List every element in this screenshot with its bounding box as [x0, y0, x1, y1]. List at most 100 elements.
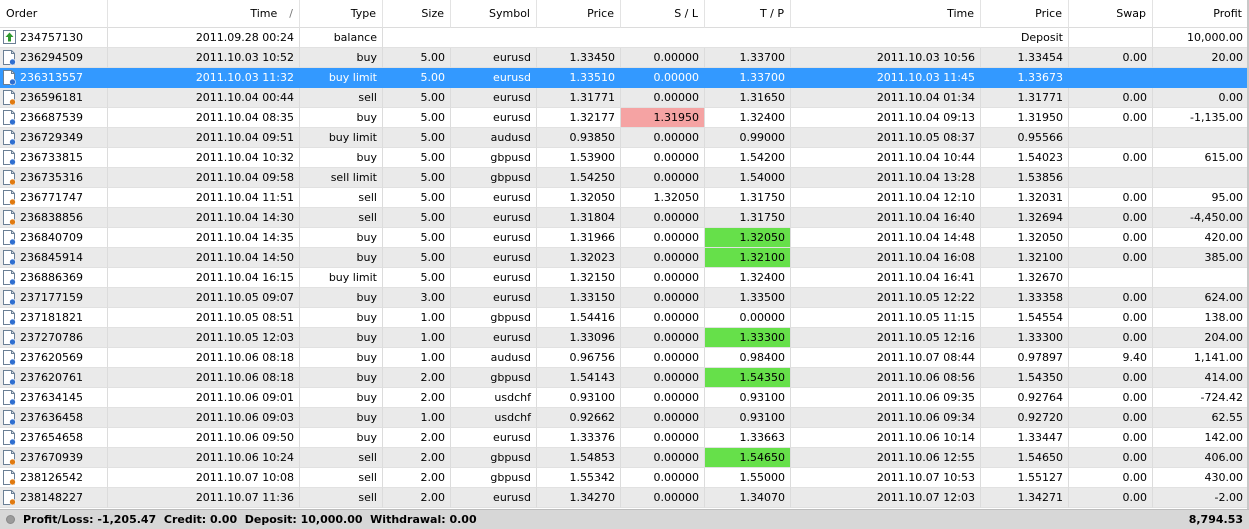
- cell-symbol: audusd: [451, 348, 537, 368]
- column-header-close-time[interactable]: Time: [791, 0, 981, 28]
- cell-take-profit: 1.31750: [705, 188, 791, 208]
- order-number: 236596181: [20, 91, 83, 104]
- table-row[interactable]: 236845914 2011.10.04 14:50 buy 5.00 eurusd 1.…: [0, 248, 1249, 268]
- table-row[interactable]: 237620761 2011.10.06 08:18 buy 2.00 gbpusd 1.…: [0, 368, 1249, 388]
- cell-swap: 0.00: [1069, 228, 1153, 248]
- cell-symbol: eurusd: [451, 428, 537, 448]
- column-header-order[interactable]: Order: [0, 0, 108, 28]
- table-row[interactable]: 237636458 2011.10.06 09:03 buy 1.00 usdchf 0.…: [0, 408, 1249, 428]
- cell-size: 5.00: [383, 168, 451, 188]
- cell-open-time: 2011.10.06 08:18: [108, 368, 300, 388]
- cell-symbol: usdchf: [451, 388, 537, 408]
- cell-symbol: eurusd: [451, 328, 537, 348]
- table-row[interactable]: 236687539 2011.10.04 08:35 buy 5.00 eurusd 1.…: [0, 108, 1249, 128]
- cell-profit: -724.42: [1153, 388, 1249, 408]
- cell-close-time: 2011.10.03 10:56: [791, 48, 981, 68]
- table-row[interactable]: 236294509 2011.10.03 10:52 buy 5.00 eurusd 1.…: [0, 48, 1249, 68]
- column-header-tp[interactable]: T / P: [705, 0, 791, 28]
- table-row[interactable]: 236771747 2011.10.04 11:51 sell 5.00 eurusd 1…: [0, 188, 1249, 208]
- cell-type: buy limit: [300, 268, 383, 288]
- cell-open-time: 2011.10.05 08:51: [108, 308, 300, 328]
- cell-order: 237670939: [0, 448, 108, 468]
- cell-take-profit: 1.34070: [705, 488, 791, 508]
- table-row[interactable]: 236729349 2011.10.04 09:51 buy limit 5.00 au…: [0, 128, 1249, 148]
- cell-stop-loss: 0.00000: [621, 368, 705, 388]
- table-row[interactable]: 236735316 2011.10.04 09:58 sell limit 5.00 g…: [0, 168, 1249, 188]
- cell-symbol: gbpusd: [451, 148, 537, 168]
- table-row[interactable]: 237670939 2011.10.06 10:24 sell 2.00 gbpusd 1…: [0, 448, 1249, 468]
- cell-take-profit: 0.00000: [705, 308, 791, 328]
- cell-close-time: 2011.10.05 08:37: [791, 128, 981, 148]
- cell-close-price: 0.92764: [981, 388, 1069, 408]
- cell-type: sell: [300, 468, 383, 488]
- table-row[interactable]: 236838856 2011.10.04 14:30 sell 5.00 eurusd 1…: [0, 208, 1249, 228]
- column-header-price[interactable]: Price: [537, 0, 621, 28]
- table-row[interactable]: 237177159 2011.10.05 09:07 buy 3.00 eurusd 1.…: [0, 288, 1249, 308]
- table-row[interactable]: 237634145 2011.10.06 09:01 buy 2.00 usdchf 0.…: [0, 388, 1249, 408]
- cell-close-price: 1.54554: [981, 308, 1069, 328]
- cell-size: 5.00: [383, 188, 451, 208]
- column-header-time[interactable]: Time /: [108, 0, 300, 28]
- cell-open-time: 2011.10.04 11:51: [108, 188, 300, 208]
- column-header-size[interactable]: Size: [383, 0, 451, 28]
- cell-type: buy: [300, 228, 383, 248]
- table-row[interactable]: 238148227 2011.10.07 11:36 sell 2.00 eurusd 1…: [0, 488, 1249, 508]
- table-row[interactable]: 236840709 2011.10.04 14:35 buy 5.00 eurusd 1.…: [0, 228, 1249, 248]
- cell-size: 2.00: [383, 448, 451, 468]
- cell-type: buy: [300, 328, 383, 348]
- table-row[interactable]: 236886369 2011.10.04 16:15 buy limit 5.00 eu…: [0, 268, 1249, 288]
- cell-take-profit: 1.33300: [705, 328, 791, 348]
- table-row[interactable]: 237270786 2011.10.05 12:03 buy 1.00 eurusd 1.…: [0, 328, 1249, 348]
- column-header-close-price[interactable]: Price: [981, 0, 1069, 28]
- column-header-profit[interactable]: Profit: [1153, 0, 1249, 28]
- column-header-symbol[interactable]: Symbol: [451, 0, 537, 28]
- table-row[interactable]: 237620569 2011.10.06 08:18 buy 1.00 audusd 0.…: [0, 348, 1249, 368]
- cell-close-time: 2011.10.07 08:44: [791, 348, 981, 368]
- table-row[interactable]: 238126542 2011.10.07 10:08 sell 2.00 gbpusd 1…: [0, 468, 1249, 488]
- cell-symbol: eurusd: [451, 268, 537, 288]
- order-number: 236294509: [20, 51, 83, 64]
- status-indicator-icon: [6, 515, 15, 524]
- cell-close-time: 2011.10.06 09:34: [791, 408, 981, 428]
- cell-open-price: 1.55342: [537, 468, 621, 488]
- cell-take-profit: 1.31650: [705, 88, 791, 108]
- cell-order: 236294509: [0, 48, 108, 68]
- cell-profit: 1,141.00: [1153, 348, 1249, 368]
- cell-type: buy: [300, 48, 383, 68]
- cell-symbol: eurusd: [451, 288, 537, 308]
- cell-profit: 420.00: [1153, 228, 1249, 248]
- cell-close-price: 1.55127: [981, 468, 1069, 488]
- column-header-swap[interactable]: Swap: [1069, 0, 1153, 28]
- cell-close-price: 0.97897: [981, 348, 1069, 368]
- cell-stop-loss: 1.31950: [621, 108, 705, 128]
- order-document-sell-icon: [3, 190, 16, 206]
- cell-size: 5.00: [383, 48, 451, 68]
- column-header-sl[interactable]: S / L: [621, 0, 705, 28]
- cell-close-price: 1.31950: [981, 108, 1069, 128]
- cell-profit: 430.00: [1153, 468, 1249, 488]
- table-row[interactable]: 236596181 2011.10.04 00:44 sell 5.00 eurusd 1…: [0, 88, 1249, 108]
- table-row[interactable]: 234757130 2011.09.28 00:24 balance Deposit 1…: [0, 28, 1249, 48]
- cell-symbol: eurusd: [451, 248, 537, 268]
- cell-stop-loss: 0.00000: [621, 68, 705, 88]
- cell-stop-loss: 0.00000: [621, 348, 705, 368]
- table-row[interactable]: 236313557 2011.10.03 11:32 buy limit 5.00 eu…: [0, 68, 1249, 88]
- cell-size: 1.00: [383, 328, 451, 348]
- cell-stop-loss: 0.00000: [621, 48, 705, 68]
- order-document-buy-icon: [3, 370, 16, 386]
- cell-profit: 406.00: [1153, 448, 1249, 468]
- cell-open-price: 0.96756: [537, 348, 621, 368]
- cell-type: buy limit: [300, 68, 383, 88]
- cell-close-price: 1.33358: [981, 288, 1069, 308]
- cell-order: 236313557: [0, 68, 108, 88]
- cell-swap: 0.00: [1069, 388, 1153, 408]
- column-header-type[interactable]: Type: [300, 0, 383, 28]
- table-row[interactable]: 236733815 2011.10.04 10:32 buy 5.00 gbpusd 1.…: [0, 148, 1249, 168]
- order-document-buy-icon: [3, 330, 16, 346]
- cell-close-price: 1.32694: [981, 208, 1069, 228]
- table-row[interactable]: 237654658 2011.10.06 09:50 buy 2.00 eurusd 1.…: [0, 428, 1249, 448]
- table-row[interactable]: 237181821 2011.10.05 08:51 buy 1.00 gbpusd 1.…: [0, 308, 1249, 328]
- cell-take-profit: 1.33700: [705, 48, 791, 68]
- cell-symbol: gbpusd: [451, 308, 537, 328]
- cell-close-time: 2011.10.04 16:40: [791, 208, 981, 228]
